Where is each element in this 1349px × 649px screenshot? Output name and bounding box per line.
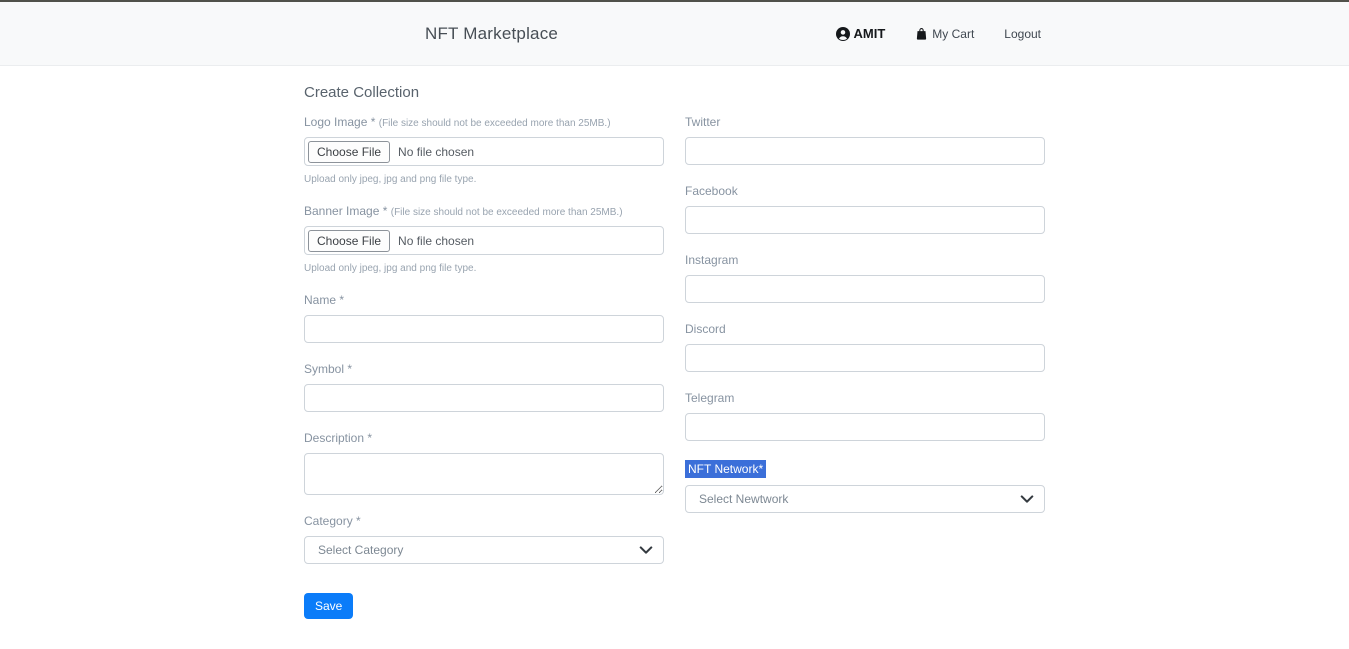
logo-file-type-note: Upload only jpeg, jpg and png file type. (304, 174, 664, 185)
logo-image-size-hint: (File size should not be exceeded more t… (379, 118, 611, 129)
form-left-column: Logo Image * (File size should not be ex… (304, 115, 664, 619)
name-input[interactable] (304, 315, 664, 343)
banner-choose-file-button[interactable]: Choose File (308, 230, 390, 252)
name-group: Name * (304, 293, 664, 343)
banner-file-type-note: Upload only jpeg, jpg and png file type. (304, 263, 664, 274)
discord-input[interactable] (685, 344, 1045, 372)
form-right-column: Twitter Facebook Instagram Discord Teleg… (685, 115, 1045, 619)
page-title: Create Collection (304, 84, 1045, 101)
discord-label: Discord (685, 322, 1045, 336)
banner-file-input[interactable]: Choose File No file chosen (304, 226, 664, 255)
save-button[interactable]: Save (304, 593, 353, 619)
banner-image-size-hint: (File size should not be exceeded more t… (391, 207, 623, 218)
category-selected-value: Select Category (318, 543, 403, 557)
symbol-input[interactable] (304, 384, 664, 412)
nav-user-label: AMIT (854, 26, 886, 41)
telegram-group: Telegram (685, 391, 1045, 441)
nav-logout-label: Logout (1004, 27, 1041, 41)
nft-network-label: NFT Network* (685, 460, 766, 478)
nav-my-cart[interactable]: My Cart (915, 27, 974, 41)
person-circle-icon (836, 27, 850, 41)
category-select[interactable]: Select Category (304, 536, 664, 564)
instagram-label: Instagram (685, 253, 1045, 267)
description-textarea[interactable] (304, 453, 664, 495)
symbol-group: Symbol * (304, 362, 664, 412)
instagram-group: Instagram (685, 253, 1045, 303)
banner-image-label: Banner Image * (File size should not be … (304, 204, 664, 218)
telegram-input[interactable] (685, 413, 1045, 441)
instagram-input[interactable] (685, 275, 1045, 303)
nft-network-group: NFT Network* Select Newtwork (685, 460, 1045, 513)
banner-image-group: Banner Image * (File size should not be … (304, 204, 664, 274)
nft-network-select[interactable]: Select Newtwork (685, 485, 1045, 513)
facebook-label: Facebook (685, 184, 1045, 198)
nft-network-selected-value: Select Newtwork (699, 492, 788, 506)
logo-file-status: No file chosen (398, 145, 474, 159)
description-group: Description * (304, 431, 664, 495)
brand-title[interactable]: NFT Marketplace (425, 24, 558, 44)
telegram-label: Telegram (685, 391, 1045, 405)
nav-user[interactable]: AMIT (836, 26, 886, 41)
logo-choose-file-button[interactable]: Choose File (308, 141, 390, 163)
header: NFT Marketplace AMIT My Cart Logout (0, 0, 1349, 66)
name-label: Name * (304, 293, 664, 307)
description-label: Description * (304, 431, 664, 445)
facebook-input[interactable] (685, 206, 1045, 234)
logo-image-group: Logo Image * (File size should not be ex… (304, 115, 664, 185)
header-nav: AMIT My Cart Logout (836, 26, 1041, 41)
chevron-down-icon (1020, 495, 1034, 504)
facebook-group: Facebook (685, 184, 1045, 234)
logo-file-input[interactable]: Choose File No file chosen (304, 137, 664, 166)
category-label: Category * (304, 514, 664, 528)
category-group: Category * Select Category (304, 514, 664, 564)
banner-file-status: No file chosen (398, 234, 474, 248)
twitter-group: Twitter (685, 115, 1045, 165)
discord-group: Discord (685, 322, 1045, 372)
symbol-label: Symbol * (304, 362, 664, 376)
chevron-down-icon (639, 546, 653, 555)
nav-cart-label: My Cart (932, 27, 974, 41)
create-collection-form: Create Collection Logo Image * (File siz… (304, 66, 1045, 649)
shopping-bag-icon (915, 27, 928, 40)
twitter-input[interactable] (685, 137, 1045, 165)
nav-logout[interactable]: Logout (1004, 27, 1041, 41)
twitter-label: Twitter (685, 115, 1045, 129)
logo-image-label: Logo Image * (File size should not be ex… (304, 115, 664, 129)
